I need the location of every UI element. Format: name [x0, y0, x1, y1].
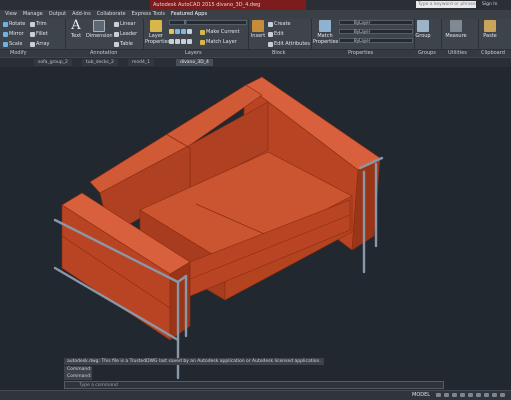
layers-panel-title[interactable]: Layers — [185, 49, 202, 57]
search-input[interactable]: Type a keyword or phrase — [416, 1, 476, 8]
color-dropdown[interactable]: ByLayer — [339, 20, 413, 25]
scale-button[interactable]: Scale — [3, 41, 22, 47]
leader-icon — [114, 31, 119, 37]
edit-attributes-button[interactable]: Edit Attributes — [268, 41, 310, 47]
lock-icon[interactable] — [181, 29, 186, 34]
title-bar: Autodesk AutoCAD 2015 divano_3D_4.dwg Ty… — [0, 0, 511, 10]
insert-block-icon — [252, 20, 264, 32]
command-history-line: Command: — [64, 373, 92, 380]
annotation-scale-icon[interactable] — [476, 393, 481, 397]
layer-tools-row-2 — [169, 39, 192, 44]
freeze-icon[interactable] — [181, 39, 186, 44]
grid-icon[interactable] — [436, 393, 441, 397]
paste-button[interactable]: Paste — [482, 20, 498, 39]
mirror-button[interactable]: Mirror — [3, 31, 24, 37]
lineweight-dropdown[interactable]: ByLayer — [339, 38, 413, 43]
sofa-3d-model — [53, 76, 384, 380]
edit-block-icon — [268, 31, 273, 37]
layer-tools-row — [169, 29, 192, 34]
file-tab-divano[interactable]: divano_3D_4 — [176, 59, 213, 66]
unisolate-icon[interactable] — [175, 39, 180, 44]
scale-icon — [3, 41, 8, 47]
array-button[interactable]: Array — [30, 41, 49, 47]
fillet-button[interactable]: Fillet — [30, 31, 48, 37]
table-button[interactable]: Table — [114, 41, 133, 47]
sun-icon[interactable] — [175, 29, 180, 34]
text-icon: A — [71, 18, 81, 33]
snap-icon[interactable] — [444, 393, 449, 397]
file-tabs-bar — [0, 58, 511, 67]
layer-dropdown[interactable]: 0 — [169, 20, 247, 25]
command-history-line: autodesk.dwg: This file is a TrustedDWG … — [64, 358, 324, 365]
file-tab-mod4[interactable]: mod4_1 — [128, 59, 154, 66]
properties-panel-title[interactable]: Properties — [348, 49, 373, 57]
linear-button[interactable]: Linear — [114, 21, 136, 27]
polar-icon[interactable] — [460, 393, 465, 397]
mirror-icon — [3, 31, 8, 37]
file-tab-sofa-group[interactable]: sofa_group_2 — [34, 59, 72, 66]
off-icon[interactable] — [187, 39, 192, 44]
groups-panel-title[interactable]: Groups — [418, 49, 436, 57]
edit-block-button[interactable]: Edit — [268, 31, 284, 37]
tab-featured-apps[interactable]: Featured Apps — [168, 10, 210, 19]
block-panel-title[interactable]: Block — [272, 49, 286, 57]
customize-icon[interactable] — [500, 393, 505, 397]
osnap-icon[interactable] — [468, 393, 473, 397]
rotate-icon — [3, 21, 8, 27]
make-current-button[interactable]: Make Current — [200, 29, 240, 35]
insert-button[interactable]: Insert — [250, 20, 266, 39]
tab-view[interactable]: View — [2, 10, 20, 19]
layer-properties-button[interactable]: Layer Properties — [145, 20, 170, 45]
lightbulb-icon[interactable] — [169, 29, 174, 34]
group-icon — [417, 20, 429, 32]
leader-button[interactable]: Leader — [114, 31, 137, 37]
isolate-objects-icon[interactable] — [492, 393, 497, 397]
status-bar — [0, 390, 511, 400]
paintbrush-icon — [319, 20, 331, 32]
group-button[interactable]: Group — [415, 20, 431, 39]
annotation-panel-title[interactable]: Annotation — [90, 49, 117, 57]
trim-button[interactable]: Trim — [30, 21, 47, 27]
modify-panel-title[interactable]: Modify — [10, 49, 27, 57]
edit-attributes-icon — [268, 41, 273, 47]
fillet-icon — [30, 31, 35, 37]
file-tab-tub-decks[interactable]: tub_decks_2 — [82, 59, 118, 66]
clipboard-panel-title[interactable]: Clipboard — [481, 49, 505, 57]
utilities-panel-title[interactable]: Utilities — [448, 49, 467, 57]
workspace-icon[interactable] — [484, 393, 489, 397]
tab-express-tools[interactable]: Express Tools — [129, 10, 168, 19]
linear-icon — [114, 21, 119, 27]
clipboard-icon — [484, 20, 496, 32]
create-block-button[interactable]: Create — [268, 21, 291, 27]
array-icon — [30, 41, 35, 47]
text-button[interactable]: A Text — [68, 18, 84, 39]
rotate-button[interactable]: Rotate — [3, 21, 25, 27]
trim-icon — [30, 21, 35, 27]
match-properties-button[interactable]: Match Properties — [313, 20, 338, 45]
create-block-icon — [268, 21, 273, 27]
match-layer-icon — [200, 39, 205, 45]
ortho-icon[interactable] — [452, 393, 457, 397]
tab-manage[interactable]: Manage — [20, 10, 46, 19]
table-icon — [114, 41, 119, 47]
measure-button[interactable]: Measure — [445, 20, 467, 39]
drawing-viewport[interactable] — [0, 67, 511, 380]
command-history-line: Command: — [64, 366, 92, 373]
tab-output[interactable]: Output — [46, 10, 69, 19]
model-space-button[interactable]: MODEL — [412, 392, 430, 398]
dimension-icon — [93, 20, 105, 32]
command-input[interactable]: Type a command — [64, 381, 444, 389]
tab-collaborate[interactable]: Collaborate — [94, 10, 129, 19]
sign-in-link[interactable]: Sign In — [482, 0, 497, 10]
document-title: Autodesk AutoCAD 2015 divano_3D_4.dwg — [150, 0, 306, 10]
linetype-dropdown[interactable]: ByLayer — [339, 29, 413, 34]
layer-state-icon[interactable] — [187, 29, 192, 34]
match-layer-button[interactable]: Match Layer — [200, 39, 237, 45]
isolate-icon[interactable] — [169, 39, 174, 44]
dimension-button[interactable]: Dimension — [86, 20, 113, 39]
layer-stack-icon — [150, 20, 162, 32]
ruler-icon — [450, 20, 462, 32]
make-current-icon — [200, 29, 205, 35]
